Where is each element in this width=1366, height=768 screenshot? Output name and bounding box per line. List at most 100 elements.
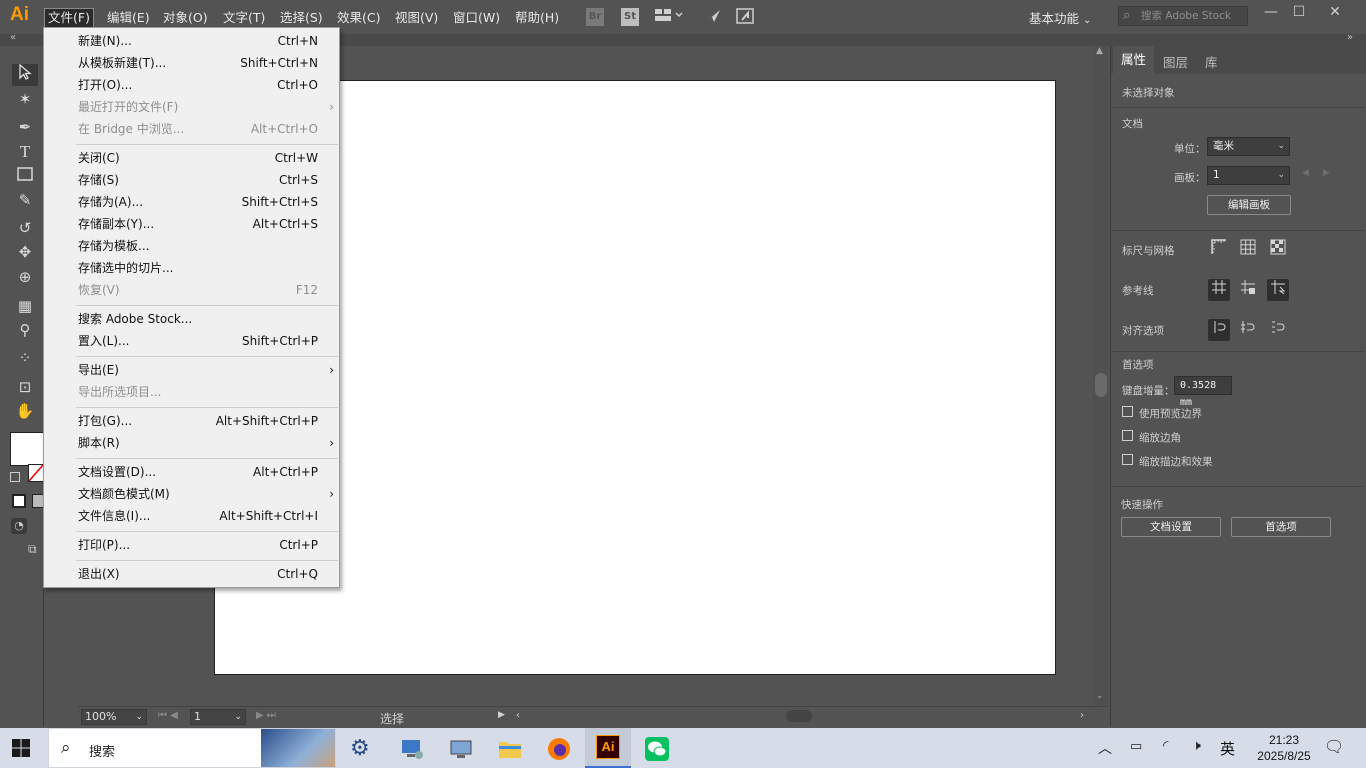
vertical-scroll-thumb[interactable] [1095, 373, 1107, 397]
firefox-icon[interactable] [546, 736, 572, 762]
volume-muted-icon[interactable]: 🕨 [1192, 738, 1201, 754]
scroll-down-icon[interactable]: ⌄ [1096, 691, 1104, 701]
scale-strokes-effects-checkbox[interactable] [1122, 454, 1133, 465]
snap-to-pixel-icon[interactable] [1267, 319, 1289, 341]
zoom-select[interactable]: 100% ⌄ [81, 709, 147, 725]
document-setup-button[interactable]: 文档设置 [1121, 517, 1221, 537]
unit-select[interactable]: 毫米 ⌄ [1207, 137, 1290, 156]
shape-builder-tool-icon[interactable]: ⊕ [12, 266, 38, 288]
menu-item-package[interactable]: 打包(G)... Alt+Shift+Ctrl+P [78, 411, 318, 431]
snap-to-point-icon[interactable] [1208, 319, 1230, 341]
menu-edit[interactable]: 编辑(E) [107, 9, 150, 27]
menu-item-scripts[interactable]: 脚本(R) › [78, 433, 334, 453]
hand-tool-icon[interactable]: ✋ [12, 400, 38, 422]
taskbar-search-box[interactable]: ⌕ 搜索 [48, 728, 336, 768]
menu-item-search-adobe-stock[interactable]: 搜索 Adobe Stock... [78, 309, 318, 329]
taskbar-clock[interactable]: 21:23 2025/8/25 [1244, 732, 1324, 764]
menu-item-save-as-template[interactable]: 存储为模板... [78, 236, 318, 256]
menu-item-revert[interactable]: 恢复(V) F12 [78, 280, 318, 300]
menu-item-open-recent[interactable]: 最近打开的文件(F) › [78, 97, 334, 117]
transparency-grid-icon[interactable] [1267, 239, 1289, 261]
wechat-icon[interactable] [644, 736, 670, 762]
menu-effect[interactable]: 效果(C) [337, 9, 380, 27]
paintbrush-tool-icon[interactable]: ✎ [12, 189, 38, 211]
artboard-navigator[interactable]: 1 ⌄ [190, 709, 246, 725]
menu-item-exit[interactable]: 退出(X) Ctrl+Q [78, 564, 318, 584]
scroll-right-icon[interactable]: › [1080, 710, 1084, 721]
tab-layers[interactable]: 图层 [1163, 52, 1188, 71]
minimize-button[interactable]: — [1256, 2, 1286, 22]
this-pc-icon[interactable] [399, 736, 425, 762]
guides-icon[interactable] [1208, 279, 1230, 301]
menu-help[interactable]: 帮助(H) [515, 9, 559, 27]
show-hidden-icons-chevron-icon[interactable]: ︿ [1098, 738, 1112, 758]
battery-icon[interactable]: ▭ [1130, 739, 1142, 754]
close-button[interactable]: ✕ [1320, 2, 1350, 22]
grid-icon[interactable] [1237, 239, 1259, 261]
eyedropper-tool-icon[interactable]: ⚲ [12, 319, 38, 341]
rectangle-tool-icon[interactable] [12, 165, 38, 187]
selection-tool-icon[interactable] [12, 63, 38, 86]
snap-to-grid-icon[interactable] [1237, 319, 1259, 341]
menu-view[interactable]: 视图(V) [395, 9, 438, 27]
menu-window[interactable]: 窗口(W) [453, 9, 500, 27]
bridge-icon[interactable]: Br [586, 8, 604, 26]
ruler-icon[interactable] [1208, 239, 1230, 261]
illustrator-taskbar-button[interactable]: Ai [585, 728, 631, 768]
lock-guides-icon[interactable] [1237, 279, 1259, 301]
menu-type[interactable]: 文字(T) [223, 9, 265, 27]
last-artboard-icon[interactable]: ▶ ⏭ [256, 710, 276, 721]
scale-corners-checkbox[interactable] [1122, 430, 1133, 441]
color-mode-icon[interactable] [12, 494, 26, 508]
menu-item-new-from-template[interactable]: 从模板新建(T)... Shift+Ctrl+N [78, 53, 318, 73]
settings-gear-icon[interactable]: ⚙ [350, 736, 376, 762]
previous-artboard-icon[interactable]: ◀ [1302, 168, 1309, 178]
default-colors-icon[interactable] [10, 472, 20, 482]
menu-item-export-selection[interactable]: 导出所选项目... [78, 382, 318, 402]
perspective-grid-tool-icon[interactable]: ▦ [12, 295, 38, 317]
menu-item-new[interactable]: 新建(N)... Ctrl+N [78, 31, 318, 51]
screen-mode-icon[interactable]: ⧉ [28, 542, 44, 556]
edit-artboard-button[interactable]: 编辑画板 [1207, 195, 1291, 215]
use-preview-bounds-checkbox[interactable] [1122, 406, 1133, 417]
next-artboard-icon[interactable]: ▶ [1323, 168, 1330, 178]
menu-item-open[interactable]: 打开(O)... Ctrl+O [78, 75, 318, 95]
pen-tool-icon[interactable]: ✒ [12, 116, 38, 138]
windows-start-icon[interactable] [12, 739, 32, 759]
symbol-sprayer-tool-icon[interactable]: ⁘ [12, 347, 38, 369]
menu-select[interactable]: 选择(S) [280, 9, 323, 27]
stock-search-input[interactable]: ⌕ 搜索 Adobe Stock [1118, 6, 1248, 26]
input-method-indicator[interactable]: 英 [1220, 738, 1235, 759]
smart-guides-icon[interactable] [1267, 279, 1289, 301]
rotate-tool-icon[interactable]: ↺ [12, 217, 38, 239]
menu-item-save[interactable]: 存储(S) Ctrl+S [78, 170, 318, 190]
artboard-tool-icon[interactable]: ⊡ [12, 376, 38, 398]
menu-file[interactable]: 文件(F) [44, 8, 94, 28]
menu-item-export[interactable]: 导出(E) › [78, 360, 334, 380]
horizontal-scroll-thumb[interactable] [786, 710, 812, 722]
menu-item-close[interactable]: 关闭(C) Ctrl+W [78, 148, 318, 168]
type-tool-icon[interactable]: T [12, 141, 38, 163]
draw-normal-icon[interactable]: ◔ [11, 518, 27, 534]
menu-item-place[interactable]: 置入(L)... Shift+Ctrl+P [78, 331, 318, 351]
gpu-performance-icon[interactable] [704, 8, 722, 26]
touch-workspace-icon[interactable] [736, 8, 754, 26]
fill-swatch[interactable] [10, 432, 44, 466]
keyboard-increment-input[interactable]: 0.3528 mm [1174, 376, 1232, 408]
menu-item-browse-in-bridge[interactable]: 在 Bridge 中浏览... Alt+Ctrl+O [78, 119, 318, 139]
collapse-left-icon[interactable]: « [10, 32, 16, 43]
network-computer-icon[interactable] [448, 736, 474, 762]
stroke-swatch[interactable] [28, 464, 44, 482]
menu-item-print[interactable]: 打印(P)... Ctrl+P [78, 535, 318, 555]
status-menu-icon[interactable]: ▶ [498, 710, 505, 720]
first-artboard-icon[interactable]: ⏮ ◀ [158, 710, 178, 721]
preferences-button[interactable]: 首选项 [1231, 517, 1331, 537]
artboard[interactable] [214, 80, 1056, 675]
menu-item-save-copy[interactable]: 存储副本(Y)... Alt+Ctrl+S [78, 214, 318, 234]
maximize-button[interactable]: ☐ [1284, 2, 1314, 22]
tab-libraries[interactable]: 库 [1205, 52, 1218, 71]
network-wifi-icon[interactable]: ◜ [1163, 738, 1168, 754]
menu-item-document-color-mode[interactable]: 文档颜色模式(M) › [78, 484, 334, 504]
menu-item-save-as[interactable]: 存储为(A)... Shift+Ctrl+S [78, 192, 318, 212]
menu-item-document-setup[interactable]: 文档设置(D)... Alt+Ctrl+P [78, 462, 318, 482]
